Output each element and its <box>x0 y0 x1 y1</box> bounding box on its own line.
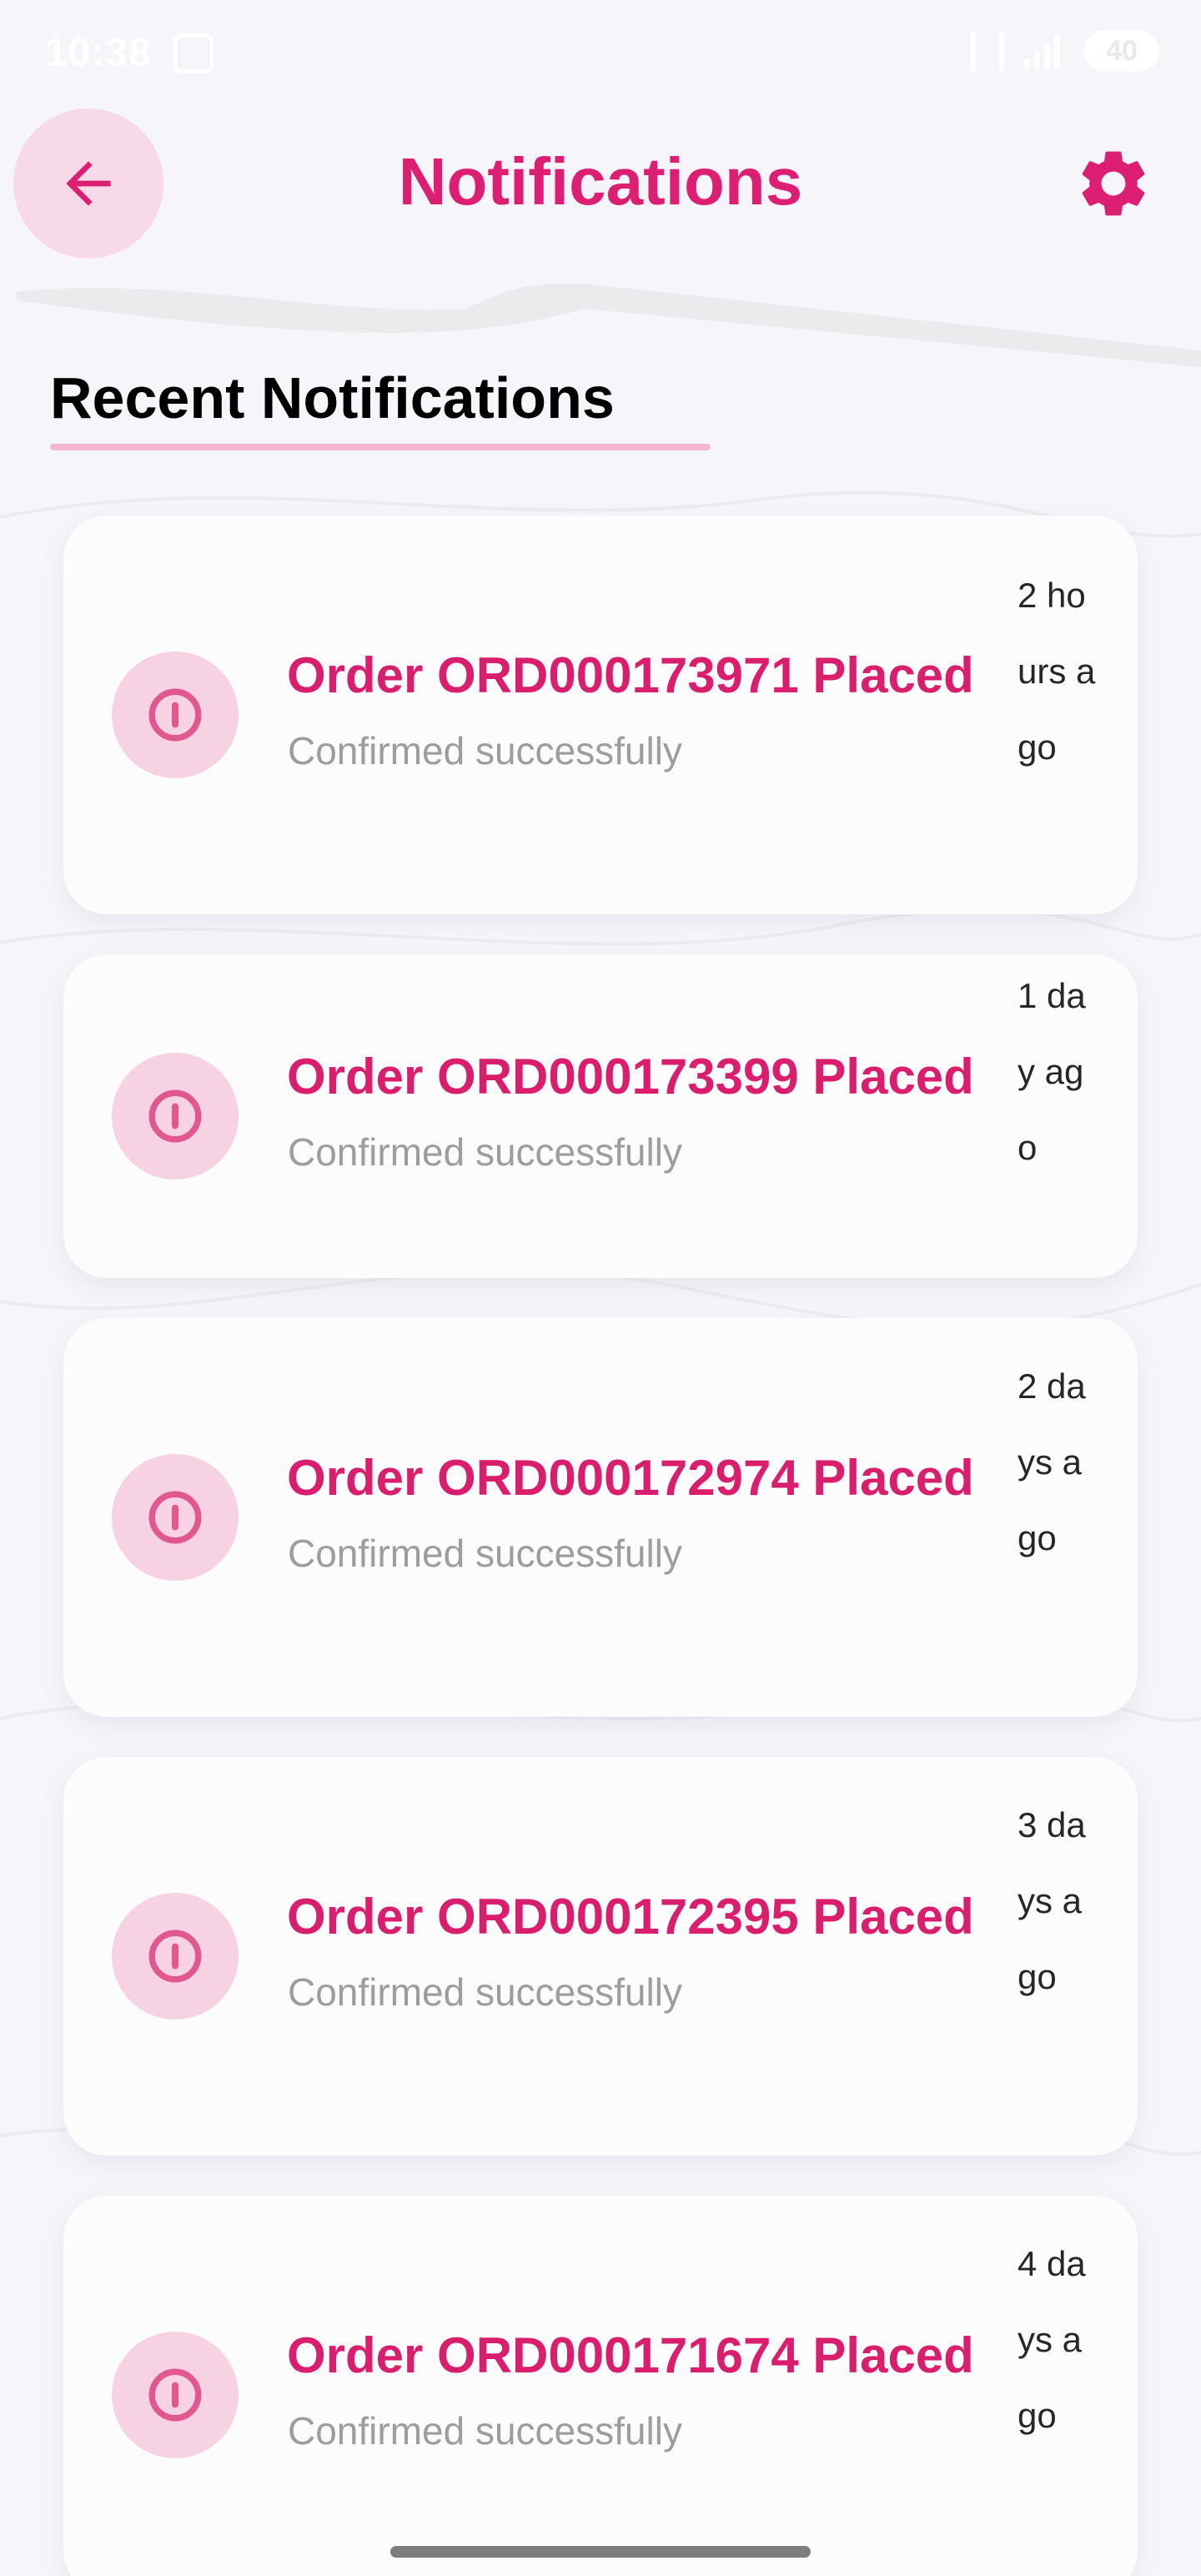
notification-icon-badge <box>112 2332 239 2458</box>
info-icon <box>148 1491 202 1544</box>
notification-subtitle: Confirmed successfully <box>288 2409 682 2453</box>
notification-time: 4 days ago <box>1018 2244 1086 2435</box>
notification-title: Order ORD000173971 Placed <box>287 647 974 703</box>
notification-time: 2 hours ago <box>1018 576 1096 767</box>
network-speed-icon <box>971 31 1004 71</box>
notification-card[interactable]: Order ORD000173399 Placed Confirmed succ… <box>63 954 1138 1278</box>
battery-icon: 40 <box>1084 30 1159 72</box>
notification-card[interactable]: Order ORD000171674 Placed Confirmed succ… <box>63 2196 1138 2576</box>
notification-time: 2 days ago <box>1018 1366 1086 1557</box>
notification-subtitle: Confirmed successfully <box>288 1532 682 1575</box>
notification-time: 1 day ago <box>1018 976 1086 1167</box>
section-title: Recent Notifications <box>50 365 615 430</box>
notification-subtitle: Confirmed successfully <box>288 1130 682 1174</box>
info-icon <box>148 2368 202 2422</box>
back-button[interactable] <box>13 108 163 259</box>
signal-icon <box>1024 33 1064 69</box>
notification-icon-badge <box>112 1454 239 1581</box>
section-underline <box>50 444 711 450</box>
notification-icon-badge <box>112 1893 239 2020</box>
status-icons: 40 <box>971 30 1159 72</box>
info-icon <box>148 1929 202 1983</box>
notification-title: Order ORD000172974 Placed <box>287 1450 974 1506</box>
arrow-left-icon <box>66 161 111 206</box>
notification-icon-badge <box>112 1053 239 1180</box>
screen: 10:38 40 Notifications Recent Notificati… <box>0 0 1201 2576</box>
notification-title: Order ORD000171674 Placed <box>287 2327 974 2383</box>
notification-card[interactable]: Order ORD000172974 Placed Confirmed succ… <box>63 1318 1138 1717</box>
gear-icon <box>1082 151 1145 216</box>
page-title: Notifications <box>398 144 803 219</box>
notification-card[interactable]: Order ORD000172395 Placed Confirmed succ… <box>63 1757 1138 2156</box>
status-time: 10:38 <box>45 31 152 75</box>
notification-time: 3 days ago <box>1018 1805 1086 1996</box>
screenshot-icon <box>173 33 214 73</box>
notification-card[interactable]: Order ORD000173971 Placed Confirmed succ… <box>63 516 1138 914</box>
settings-button[interactable] <box>1068 133 1159 234</box>
notification-subtitle: Confirmed successfully <box>288 1970 682 2014</box>
notification-icon-badge <box>112 652 239 778</box>
status-bar: 10:38 40 <box>0 0 1201 100</box>
notification-title: Order ORD000173399 Placed <box>287 1049 974 1104</box>
info-icon <box>148 1089 202 1143</box>
info-icon <box>148 688 202 742</box>
home-indicator[interactable] <box>390 2546 811 2558</box>
notification-subtitle: Confirmed successfully <box>288 729 682 772</box>
notification-title: Order ORD000172395 Placed <box>287 1889 974 1945</box>
